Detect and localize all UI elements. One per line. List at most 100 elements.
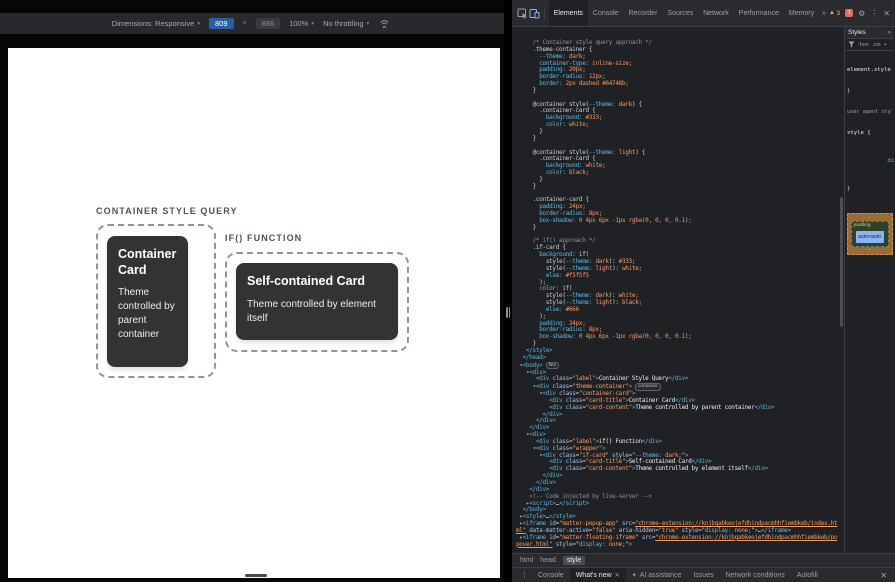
styles-filter-bar: :hov .cls +: [845, 39, 894, 51]
ua-rule-property[interactable]: display:: [881, 158, 894, 164]
close-devtools-icon[interactable]: ✕: [883, 9, 890, 18]
devtools-tab-elements[interactable]: Elements: [549, 0, 588, 26]
code-line[interactable]: </div>: [516, 425, 839, 432]
drawer-tab-what-s-new[interactable]: What's new✕: [570, 568, 626, 582]
breadcrumb-item-style[interactable]: style: [563, 556, 585, 565]
code-line[interactable]: </div>: [516, 473, 839, 480]
margin-bottom-value[interactable]: -: [869, 247, 871, 253]
devtools-main: /* Container style query approach */ .th…: [512, 27, 895, 553]
devtools-tab-sources[interactable]: Sources: [662, 0, 698, 26]
issues-badge[interactable]: 1: [845, 9, 853, 17]
devtools-tab-network[interactable]: Network: [698, 0, 734, 26]
code-line[interactable]: </head>: [516, 355, 839, 362]
zoom-value: 100%: [289, 19, 308, 28]
drawer-tab-autofill[interactable]: Autofill: [791, 568, 824, 582]
code-line[interactable]: box-shadow: 0 4px 6px -1px rgba(0, 0, 0,…: [516, 334, 839, 341]
panel-resizer[interactable]: [504, 0, 512, 582]
dimensions-select[interactable]: Dimensions: Responsive ▾: [112, 19, 200, 28]
code-line[interactable]: }: [516, 225, 839, 232]
devtools-tab-memory[interactable]: Memory: [784, 0, 819, 26]
devtools-toolbar-right: ▲ 3 1 ⚙ ⋮ ✕: [829, 9, 895, 18]
devtools-tab-console[interactable]: Console: [588, 0, 624, 26]
drawer-tab-issues[interactable]: Issues: [687, 568, 719, 582]
code-line[interactable]: </div>: [516, 418, 839, 425]
code-line[interactable]: border: 2px dashed #64748b;: [516, 81, 839, 88]
code-line[interactable]: }: [516, 136, 839, 143]
styles-pane: Styles » :hov .cls + element.style { } u…: [844, 27, 894, 553]
box-model-padding[interactable]: padding auto×auto: [851, 221, 889, 247]
drawer-tab-ai-assistance[interactable]: ✦AI assistance: [626, 568, 688, 582]
section-label-if-function: IF() FUNCTION: [225, 233, 302, 243]
filter-icon[interactable]: [848, 41, 855, 48]
closing-brace: }: [847, 88, 892, 95]
elements-scrollbar[interactable]: [839, 27, 844, 553]
drawer-menu-icon[interactable]: ⋮: [517, 571, 532, 579]
close-tab-icon[interactable]: ✕: [615, 572, 620, 579]
devtools-tab-performance[interactable]: Performance: [734, 0, 784, 26]
code-line[interactable]: box-shadow: 0 4px 6px -1px rgba(0, 0, 0,…: [516, 218, 839, 225]
code-line[interactable]: <div class="card-content">Theme controll…: [516, 405, 839, 412]
code-line[interactable]: ▸<iframe id="matter-floating-iframe" src…: [516, 535, 839, 549]
dimensions-label: Dimensions: Responsive: [112, 19, 195, 28]
chevron-down-icon: ▾: [367, 21, 370, 27]
code-line[interactable]: }: [516, 184, 839, 191]
section-label-container-query: CONTAINER STYLE QUERY: [96, 206, 238, 216]
throttling-select[interactable]: No throttling ▾: [323, 19, 369, 28]
more-options-icon[interactable]: ⋮: [870, 9, 878, 18]
padding-label: padding: [853, 223, 871, 229]
drawer-tab-console[interactable]: Console: [532, 568, 570, 582]
box-model-margin[interactable]: - padding auto×auto -: [847, 213, 893, 255]
styles-pane-header: Styles »: [845, 27, 894, 39]
warnings-badge[interactable]: ▲ 3: [829, 10, 840, 17]
code-line[interactable]: }: [516, 88, 839, 95]
drawer: ⋮ ConsoleWhat's new✕✦AI assistanceIssues…: [512, 567, 895, 582]
toggle-element-state[interactable]: :hov: [858, 42, 869, 48]
code-line[interactable]: }: [516, 177, 839, 184]
card-title: Self-contained Card: [247, 274, 387, 290]
page-viewport: CONTAINER STYLE QUERY Container Card The…: [8, 48, 500, 578]
drawer-tab-network-conditions[interactable]: Network conditions: [720, 568, 791, 582]
warning-count: 3: [837, 10, 841, 17]
close-drawer-icon[interactable]: ✕: [880, 571, 890, 580]
resizer-grip-icon: [506, 307, 508, 318]
element-style-selector[interactable]: element.style {: [847, 67, 894, 73]
breadcrumb-item-head[interactable]: head: [540, 557, 556, 564]
code-line[interactable]: ▾<body>flex: [516, 362, 839, 370]
code-line[interactable]: }: [516, 129, 839, 136]
styles-pane-title[interactable]: Styles: [848, 29, 866, 36]
code-line[interactable]: </div>: [516, 480, 839, 487]
code-line[interactable]: <div class="card-content">Theme controll…: [516, 466, 839, 473]
scrollbar-thumb[interactable]: [840, 197, 843, 327]
code-line[interactable]: color: white;: [516, 122, 839, 129]
new-style-rule[interactable]: +: [884, 42, 887, 48]
code-line[interactable]: <div class="label">Container Style Query…: [516, 376, 839, 383]
closing-brace: }: [847, 186, 892, 193]
viewport-height-input[interactable]: 886: [256, 18, 281, 29]
code-line[interactable]: else: #f5f5f5: [516, 273, 839, 280]
code-line[interactable]: ▸<iframe id="matter-popup-app" src="chro…: [516, 521, 839, 535]
more-tabs-icon[interactable]: »: [819, 10, 829, 17]
card-title: Container Card: [118, 247, 177, 278]
breadcrumb-item-html[interactable]: html: [520, 557, 533, 564]
code-line[interactable]: </style>: [516, 348, 839, 355]
code-line[interactable]: }: [516, 341, 839, 348]
zoom-select[interactable]: 100% ▾: [289, 19, 314, 28]
devtools-tab-recorder[interactable]: Recorder: [624, 0, 663, 26]
settings-gear-icon[interactable]: ⚙: [858, 9, 865, 18]
element-classes[interactable]: .cls: [872, 42, 881, 48]
code-line[interactable]: else: #666: [516, 307, 839, 314]
code-line[interactable]: </div>: [516, 412, 839, 419]
styles-rules: element.style { } user agent stylesheet …: [845, 51, 894, 209]
device-toolbar: Dimensions: Responsive ▾ 809 × 886 100% …: [0, 13, 504, 34]
resizer-grip-icon: [509, 307, 511, 318]
viewport-width-input[interactable]: 809: [209, 18, 234, 29]
box-model-content[interactable]: auto×auto: [856, 231, 884, 243]
if-card: Self-contained Card Theme controlled by …: [236, 263, 398, 340]
device-toolbar-toggle-icon[interactable]: [529, 7, 540, 20]
home-indicator: [245, 574, 267, 577]
more-panes-icon[interactable]: »: [887, 29, 891, 36]
code-line[interactable]: ▸<script>…</script>: [516, 501, 839, 508]
code-line[interactable]: color: black;: [516, 170, 839, 177]
inspect-element-icon[interactable]: [517, 7, 528, 20]
network-signal-icon[interactable]: [378, 17, 391, 30]
